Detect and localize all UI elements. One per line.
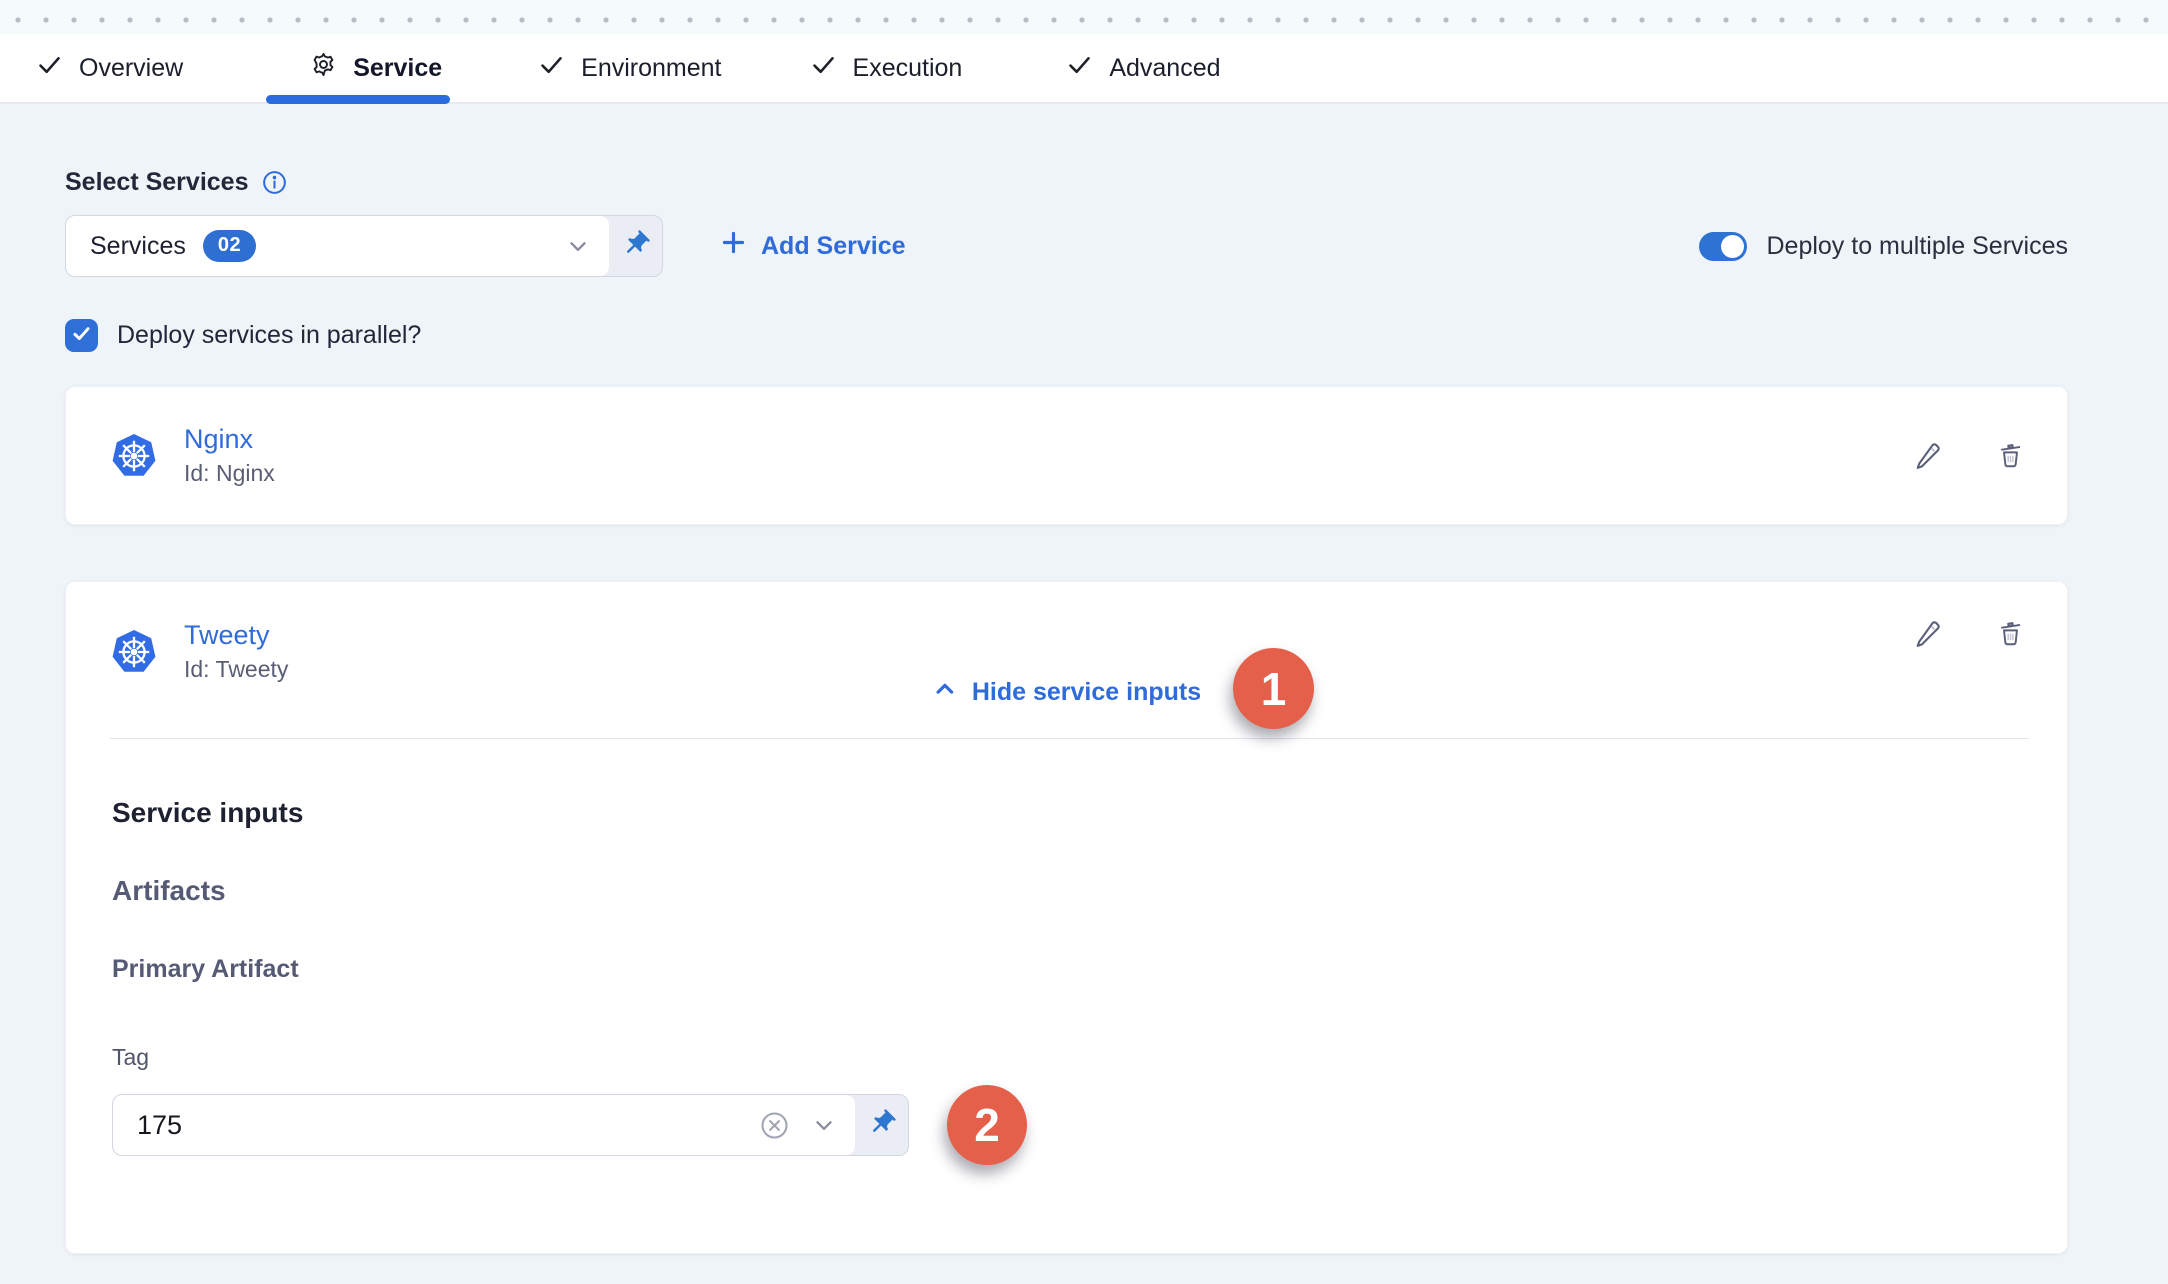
- service-config-screen: Overview Service Environment Execution A…: [0, 0, 2168, 1284]
- services-multiselect[interactable]: Services 02: [65, 215, 663, 277]
- service-card-actions: [1912, 440, 2026, 471]
- clear-value-icon[interactable]: [759, 1110, 790, 1141]
- trash-icon: [1995, 459, 2026, 474]
- check-icon: [810, 51, 837, 85]
- service-card-text: Nginx Id: Nginx: [184, 424, 275, 487]
- tag-input-composite: [112, 1094, 909, 1156]
- tag-input-area[interactable]: [113, 1095, 855, 1155]
- trash-icon: [1995, 637, 2026, 652]
- tag-input[interactable]: [137, 1110, 747, 1141]
- tag-label: Tag: [112, 1044, 2023, 1071]
- service-card-nginx: Nginx Id: Nginx: [65, 386, 2068, 525]
- service-card-actions: [1912, 618, 2026, 649]
- service-card-tweety: Tweety Id: Tweety Hide service inputs 1 …: [65, 581, 2068, 1254]
- tab-label: Environment: [581, 54, 721, 83]
- kubernetes-icon: [110, 628, 158, 676]
- tab-label: Execution: [853, 54, 963, 83]
- deploy-parallel-label: Deploy services in parallel?: [117, 321, 421, 350]
- service-id: Id: Nginx: [184, 460, 275, 487]
- pencil-icon: [1912, 459, 1943, 474]
- pin-icon: [621, 229, 651, 264]
- deploy-multiple-label: Deploy to multiple Services: [1766, 232, 2068, 261]
- pipeline-canvas-dot-band: [0, 0, 2168, 34]
- services-count-badge: 02: [203, 230, 256, 262]
- delete-service-button[interactable]: [1995, 440, 2026, 471]
- edit-service-button[interactable]: [1912, 618, 1943, 649]
- service-id: Id: Tweety: [184, 656, 288, 683]
- pin-input-type-button[interactable]: [855, 1095, 908, 1155]
- pin-icon: [867, 1108, 897, 1143]
- tab-advanced[interactable]: Advanced: [1066, 34, 1220, 102]
- stage-tabbar: Overview Service Environment Execution A…: [0, 34, 2168, 104]
- tag-input-row: 2: [112, 1085, 2023, 1165]
- chevron-down-icon[interactable]: [565, 233, 591, 259]
- card-divider: [110, 738, 2029, 739]
- info-icon[interactable]: [261, 169, 288, 196]
- hide-service-inputs-label: Hide service inputs: [972, 678, 1201, 707]
- check-icon: [71, 323, 92, 349]
- service-name-link[interactable]: Nginx: [184, 424, 275, 455]
- artifacts-heading: Artifacts: [112, 875, 2023, 907]
- services-multiselect-value-area[interactable]: Services 02: [66, 216, 609, 276]
- tab-label: Service: [353, 54, 442, 83]
- chevron-down-icon[interactable]: [811, 1112, 837, 1138]
- check-icon: [36, 51, 63, 85]
- tag-input-icons: [759, 1110, 837, 1141]
- service-tab-content: Select Services Services 02 Add Service: [0, 168, 2168, 1254]
- select-services-label: Select Services: [65, 168, 248, 197]
- deploy-parallel-row: Deploy services in parallel?: [65, 319, 2068, 352]
- check-icon: [538, 51, 565, 85]
- hide-service-inputs-link[interactable]: Hide service inputs: [932, 676, 1201, 708]
- chevron-up-icon: [932, 676, 957, 708]
- pin-input-type-button[interactable]: [609, 216, 662, 276]
- tab-environment[interactable]: Environment: [538, 34, 721, 102]
- annotation-badge-1: 1: [1233, 648, 1314, 729]
- tab-execution[interactable]: Execution: [810, 34, 963, 102]
- check-icon: [1066, 51, 1093, 85]
- primary-artifact-heading: Primary Artifact: [112, 955, 2023, 984]
- edit-service-button[interactable]: [1912, 440, 1943, 471]
- service-inputs-panel: Service inputs Artifacts Primary Artifac…: [66, 797, 2067, 1165]
- delete-service-button[interactable]: [1995, 618, 2026, 649]
- service-identity: Tweety Id: Tweety: [110, 620, 288, 683]
- tab-overview[interactable]: Overview: [36, 34, 183, 102]
- service-card-text: Tweety Id: Tweety: [184, 620, 288, 683]
- select-services-label-row: Select Services: [65, 168, 2068, 197]
- services-select-row: Services 02 Add Service Deploy to multip…: [65, 215, 2068, 277]
- add-service-label: Add Service: [761, 232, 906, 261]
- deploy-parallel-checkbox[interactable]: [65, 319, 98, 352]
- deploy-multiple-toggle[interactable]: [1699, 232, 1747, 261]
- plus-icon: [719, 228, 748, 264]
- tab-label: Advanced: [1109, 54, 1220, 83]
- pencil-icon: [1912, 637, 1943, 652]
- service-name-link[interactable]: Tweety: [184, 620, 288, 651]
- add-service-button[interactable]: Add Service: [719, 228, 906, 264]
- tab-label: Overview: [79, 54, 183, 83]
- kubernetes-icon: [110, 432, 158, 480]
- tweety-card-header: Tweety Id: Tweety: [66, 582, 2067, 738]
- service-inputs-title: Service inputs: [112, 797, 2023, 829]
- annotation-badge-2: 2: [947, 1085, 1027, 1165]
- deploy-multiple-toggle-group: Deploy to multiple Services: [1699, 232, 2068, 261]
- gear-icon: [310, 51, 337, 85]
- services-multiselect-value: Services: [90, 232, 186, 261]
- tab-service[interactable]: Service: [310, 34, 442, 102]
